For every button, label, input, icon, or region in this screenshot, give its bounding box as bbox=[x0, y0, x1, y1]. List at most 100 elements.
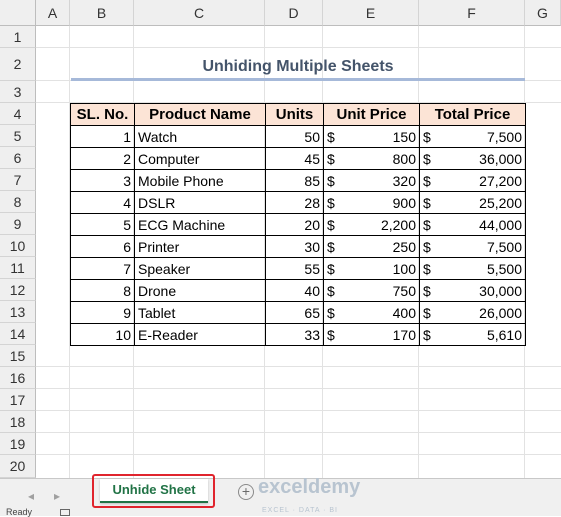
cell-sl-no[interactable]: 2 bbox=[70, 147, 135, 170]
scroll-right-arrow-icon[interactable]: ▸ bbox=[54, 489, 60, 503]
total-price-value: 25,200 bbox=[479, 194, 522, 211]
cell-product-name[interactable]: Mobile Phone bbox=[134, 169, 266, 192]
unit-price-value: 900 bbox=[392, 194, 416, 211]
cell-sl-no[interactable]: 9 bbox=[70, 301, 135, 324]
header-sl-no[interactable]: SL. No. bbox=[70, 103, 135, 126]
row-header-7[interactable]: 7 bbox=[0, 169, 36, 191]
column-header-f[interactable]: F bbox=[419, 0, 525, 26]
cell-units[interactable]: 33 bbox=[265, 323, 324, 346]
header-product-name[interactable]: Product Name bbox=[134, 103, 266, 126]
header-units[interactable]: Units bbox=[265, 103, 324, 126]
cell-product-name[interactable]: Computer bbox=[134, 147, 266, 170]
cell-total-price[interactable]: $36,000 bbox=[419, 147, 526, 170]
currency-symbol: $ bbox=[423, 194, 431, 211]
cell-product-name[interactable]: Drone bbox=[134, 279, 266, 302]
cell-unit-price[interactable]: $150 bbox=[323, 125, 420, 148]
cell-units[interactable]: 45 bbox=[265, 147, 324, 170]
cell-sl-no[interactable]: 10 bbox=[70, 323, 135, 346]
cell-unit-price[interactable]: $800 bbox=[323, 147, 420, 170]
cell-product-name[interactable]: ECG Machine bbox=[134, 213, 266, 236]
cell-sl-no[interactable]: 3 bbox=[70, 169, 135, 192]
cell-units[interactable]: 65 bbox=[265, 301, 324, 324]
sheet-title[interactable]: Unhiding Multiple Sheets bbox=[71, 56, 525, 78]
row-header-16[interactable]: 16 bbox=[0, 367, 36, 389]
cell-units[interactable]: 30 bbox=[265, 235, 324, 258]
add-sheet-icon[interactable]: + bbox=[238, 484, 254, 500]
select-all-corner[interactable] bbox=[0, 0, 36, 26]
cell-product-name[interactable]: Watch bbox=[134, 125, 266, 148]
cell-unit-price[interactable]: $750 bbox=[323, 279, 420, 302]
column-header-e[interactable]: E bbox=[323, 0, 419, 26]
row-header-6[interactable]: 6 bbox=[0, 147, 36, 169]
cell-unit-price[interactable]: $400 bbox=[323, 301, 420, 324]
currency-symbol: $ bbox=[327, 216, 335, 233]
cell-sl-no[interactable]: 5 bbox=[70, 213, 135, 236]
cell-total-price[interactable]: $25,200 bbox=[419, 191, 526, 214]
row-header-11[interactable]: 11 bbox=[0, 257, 36, 279]
cell-product-name[interactable]: Printer bbox=[134, 235, 266, 258]
row-header-12[interactable]: 12 bbox=[0, 279, 36, 301]
cell-unit-price[interactable]: $320 bbox=[323, 169, 420, 192]
cell-unit-price[interactable]: $100 bbox=[323, 257, 420, 280]
cell-units[interactable]: 20 bbox=[265, 213, 324, 236]
cell-sl-no[interactable]: 8 bbox=[70, 279, 135, 302]
column-header-d[interactable]: D bbox=[265, 0, 323, 26]
cell-unit-price[interactable]: $170 bbox=[323, 323, 420, 346]
cell-total-price[interactable]: $26,000 bbox=[419, 301, 526, 324]
cell-sl-no[interactable]: 7 bbox=[70, 257, 135, 280]
cell-total-price[interactable]: $5,610 bbox=[419, 323, 526, 346]
currency-symbol: $ bbox=[327, 150, 335, 167]
row-header-2[interactable]: 2 bbox=[0, 48, 36, 81]
cell-product-name[interactable]: Speaker bbox=[134, 257, 266, 280]
title-underline bbox=[71, 78, 525, 81]
cell-sl-no[interactable]: 1 bbox=[70, 125, 135, 148]
row-header-5[interactable]: 5 bbox=[0, 125, 36, 147]
column-header-g[interactable]: G bbox=[525, 0, 561, 26]
row-header-9[interactable]: 9 bbox=[0, 213, 36, 235]
cell-units[interactable]: 85 bbox=[265, 169, 324, 192]
currency-symbol: $ bbox=[327, 238, 335, 255]
cell-unit-price[interactable]: $900 bbox=[323, 191, 420, 214]
currency-symbol: $ bbox=[327, 260, 335, 277]
row-header-20[interactable]: 20 bbox=[0, 455, 36, 478]
cell-units[interactable]: 50 bbox=[265, 125, 324, 148]
currency-symbol: $ bbox=[423, 260, 431, 277]
row-header-13[interactable]: 13 bbox=[0, 301, 36, 323]
cell-sl-no[interactable]: 4 bbox=[70, 191, 135, 214]
unit-price-value: 400 bbox=[392, 304, 416, 321]
cell-unit-price[interactable]: $2,200 bbox=[323, 213, 420, 236]
sheet-tab-unhide-sheet[interactable]: Unhide Sheet bbox=[100, 479, 208, 503]
column-header-a[interactable]: A bbox=[36, 0, 70, 26]
column-header-c[interactable]: C bbox=[134, 0, 265, 26]
cell-units[interactable]: 55 bbox=[265, 257, 324, 280]
header-unit-price[interactable]: Unit Price bbox=[323, 103, 420, 126]
page-view-icon[interactable] bbox=[60, 509, 70, 516]
row-header-10[interactable]: 10 bbox=[0, 235, 36, 257]
cell-sl-no[interactable]: 6 bbox=[70, 235, 135, 258]
scroll-left-arrow-icon[interactable]: ◂ bbox=[28, 489, 34, 503]
cell-units[interactable]: 40 bbox=[265, 279, 324, 302]
cell-unit-price[interactable]: $250 bbox=[323, 235, 420, 258]
header-total-price[interactable]: Total Price bbox=[419, 103, 526, 126]
row-header-15[interactable]: 15 bbox=[0, 345, 36, 367]
cell-total-price[interactable]: $5,500 bbox=[419, 257, 526, 280]
cell-product-name[interactable]: E-Reader bbox=[134, 323, 266, 346]
row-header-18[interactable]: 18 bbox=[0, 411, 36, 433]
row-header-17[interactable]: 17 bbox=[0, 389, 36, 411]
row-header-1[interactable]: 1 bbox=[0, 26, 36, 48]
cell-total-price[interactable]: $7,500 bbox=[419, 125, 526, 148]
cell-total-price[interactable]: $7,500 bbox=[419, 235, 526, 258]
row-header-14[interactable]: 14 bbox=[0, 323, 36, 345]
cell-total-price[interactable]: $30,000 bbox=[419, 279, 526, 302]
cell-product-name[interactable]: DSLR bbox=[134, 191, 266, 214]
row-header-19[interactable]: 19 bbox=[0, 433, 36, 455]
cell-total-price[interactable]: $44,000 bbox=[419, 213, 526, 236]
cell-product-name[interactable]: Tablet bbox=[134, 301, 266, 324]
row-header-4[interactable]: 4 bbox=[0, 103, 36, 125]
currency-symbol: $ bbox=[423, 326, 431, 343]
row-header-8[interactable]: 8 bbox=[0, 191, 36, 213]
cell-units[interactable]: 28 bbox=[265, 191, 324, 214]
cell-total-price[interactable]: $27,200 bbox=[419, 169, 526, 192]
column-header-b[interactable]: B bbox=[70, 0, 134, 26]
row-header-3[interactable]: 3 bbox=[0, 81, 36, 103]
